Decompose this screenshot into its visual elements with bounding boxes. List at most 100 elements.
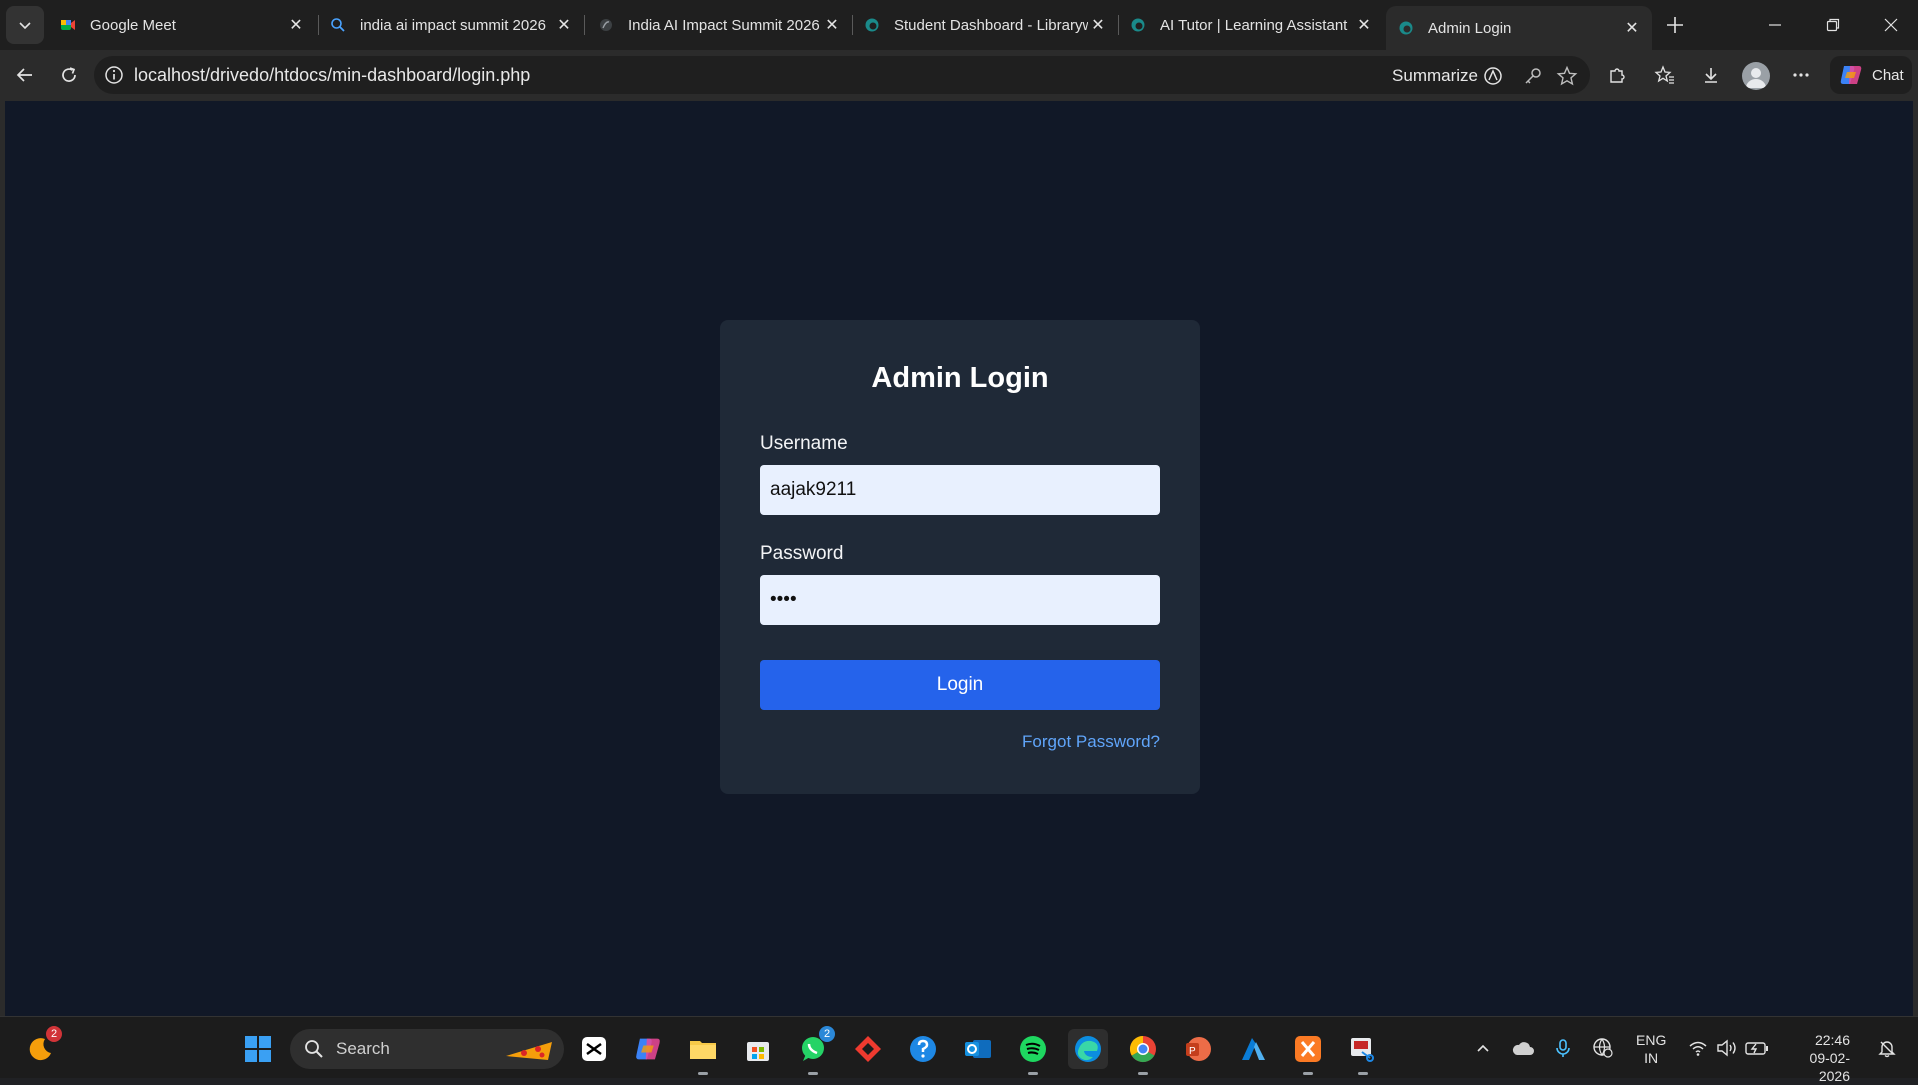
- taskbar-chrome[interactable]: [1123, 1029, 1163, 1075]
- copilot-chat-button[interactable]: Chat: [1830, 56, 1912, 94]
- close-tab-icon[interactable]: ✕: [822, 15, 842, 35]
- downloads-button[interactable]: [1694, 58, 1728, 92]
- restore-button[interactable]: [1810, 8, 1856, 42]
- notification-badge: 2: [819, 1026, 835, 1042]
- taskbar-file-explorer[interactable]: [683, 1029, 723, 1075]
- language-code: ENG: [1636, 1032, 1667, 1048]
- copilot-icon: [1484, 67, 1502, 85]
- plus-icon: [1667, 17, 1683, 33]
- favorites-icon: [1654, 65, 1674, 84]
- pizza-icon: [506, 1042, 552, 1060]
- chevron-down-icon: [19, 22, 31, 30]
- svg-text:P: P: [1189, 1046, 1196, 1057]
- weather-widget[interactable]: 2: [20, 1026, 62, 1069]
- wifi-button[interactable]: [1685, 1035, 1711, 1061]
- tab-admin-login[interactable]: Admin Login ✕: [1386, 6, 1652, 50]
- tab-actions-menu[interactable]: [6, 6, 44, 44]
- tab-title: India AI Impact Summit 2026: [628, 16, 820, 34]
- close-tab-icon[interactable]: ✕: [554, 15, 574, 35]
- reload-button[interactable]: [52, 58, 86, 92]
- extensions-button[interactable]: [1600, 58, 1634, 92]
- taskbar-help[interactable]: [903, 1029, 943, 1069]
- microphone-button[interactable]: [1550, 1035, 1576, 1061]
- username-label: Username: [760, 433, 848, 454]
- taskbar-whatsapp[interactable]: 2: [793, 1026, 835, 1075]
- help-icon: [910, 1036, 936, 1062]
- start-button[interactable]: [238, 1029, 278, 1069]
- close-tab-icon[interactable]: ✕: [286, 15, 306, 35]
- taskbar-xampp[interactable]: [1288, 1029, 1328, 1075]
- close-tab-icon[interactable]: ✕: [1354, 15, 1374, 35]
- tab-title: india ai impact summit 2026: [360, 16, 546, 34]
- search-icon: [305, 1040, 323, 1058]
- arrow-left-icon: [16, 68, 32, 82]
- close-icon: [1884, 18, 1898, 32]
- system-clock[interactable]: 22:46 09-02-2026: [1780, 1031, 1850, 1085]
- clock-date: 09-02-2026: [1809, 1050, 1850, 1084]
- notifications-button[interactable]: [1874, 1035, 1900, 1061]
- close-tab-icon[interactable]: ✕: [1088, 15, 1108, 35]
- tab-search-results[interactable]: india ai impact summit 2026 ✕: [318, 6, 584, 44]
- login-card: Admin Login Username Password Login Forg…: [720, 320, 1200, 794]
- globe-icon: [598, 17, 614, 33]
- wifi-icon: [1689, 1041, 1707, 1056]
- taskbar-search[interactable]: Search: [290, 1029, 564, 1069]
- minimize-button[interactable]: [1752, 8, 1798, 42]
- vpn-status-button[interactable]: [1590, 1035, 1616, 1061]
- taskbar-copilot[interactable]: [628, 1029, 668, 1069]
- taskbar-azure-studio[interactable]: [1233, 1029, 1273, 1069]
- login-button[interactable]: Login: [760, 660, 1160, 710]
- taskbar-anydesk[interactable]: [848, 1029, 888, 1069]
- volume-button[interactable]: [1714, 1035, 1740, 1061]
- edge-icon: [1398, 20, 1414, 36]
- chrome-icon: [1129, 1035, 1156, 1063]
- taskbar: 2 Search 2 P ENG IN 22:46 09-02-2026: [0, 1016, 1918, 1084]
- taskbar-snipping-tool[interactable]: [1343, 1029, 1383, 1075]
- taskbar-store[interactable]: [738, 1029, 778, 1069]
- profile-avatar[interactable]: [1742, 62, 1770, 90]
- more-menu-button[interactable]: [1784, 58, 1818, 92]
- show-hidden-icons-button[interactable]: [1470, 1035, 1496, 1061]
- close-tab-icon[interactable]: ✕: [1622, 18, 1642, 38]
- taskbar-spotify[interactable]: [1013, 1029, 1053, 1075]
- puzzle-icon: [1610, 68, 1625, 83]
- address-bar[interactable]: localhost/drivedo/htdocs/min-dashboard/l…: [94, 56, 1590, 94]
- speaker-icon: [1717, 1039, 1736, 1057]
- info-icon[interactable]: [104, 65, 124, 85]
- tab-student-dashboard[interactable]: Student Dashboard - Libraryw ✕: [852, 6, 1118, 44]
- user-icon: [1746, 68, 1766, 88]
- tab-title: AI Tutor | Learning Assistant: [1160, 16, 1348, 34]
- url-text[interactable]: localhost/drivedo/htdocs/min-dashboard/l…: [134, 65, 530, 86]
- tab-india-ai-summit[interactable]: India AI Impact Summit 2026 ✕: [586, 6, 852, 44]
- google-meet-icon: [60, 17, 76, 33]
- copilot-logo-icon: [1840, 66, 1862, 84]
- close-window-button[interactable]: [1868, 8, 1914, 42]
- summarize-button[interactable]: Summarize: [1392, 65, 1504, 87]
- globe-shield-icon: [1593, 1038, 1613, 1058]
- tab-google-meet[interactable]: Google Meet ✕: [48, 6, 316, 44]
- taskbar-outlook[interactable]: [958, 1029, 998, 1069]
- tab-ai-tutor[interactable]: AI Tutor | Learning Assistant ✕: [1118, 6, 1384, 44]
- reload-icon: [62, 67, 76, 82]
- edge-icon: [1130, 17, 1146, 33]
- battery-button[interactable]: [1744, 1035, 1770, 1061]
- tab-title: Google Meet: [90, 16, 176, 34]
- onedrive-button[interactable]: [1510, 1035, 1536, 1061]
- password-input[interactable]: [760, 575, 1160, 625]
- capcut-icon: [582, 1037, 606, 1061]
- taskbar-powerpoint[interactable]: P: [1178, 1029, 1218, 1069]
- back-button[interactable]: [8, 58, 42, 92]
- more-horizontal-icon: [1793, 73, 1809, 77]
- key-icon[interactable]: [1522, 65, 1544, 87]
- language-indicator[interactable]: ENG IN: [1636, 1031, 1666, 1067]
- minimize-icon: [1769, 24, 1781, 26]
- notification-bell-icon: [1878, 1041, 1896, 1058]
- star-icon[interactable]: [1556, 65, 1578, 87]
- edge-icon: [1075, 1036, 1101, 1062]
- new-tab-button[interactable]: [1660, 10, 1690, 40]
- taskbar-capcut[interactable]: [574, 1029, 614, 1069]
- taskbar-edge[interactable]: [1068, 1029, 1108, 1069]
- forgot-password-link[interactable]: Forgot Password?: [1022, 732, 1160, 752]
- username-input[interactable]: [760, 465, 1160, 515]
- favorites-button[interactable]: [1648, 58, 1682, 92]
